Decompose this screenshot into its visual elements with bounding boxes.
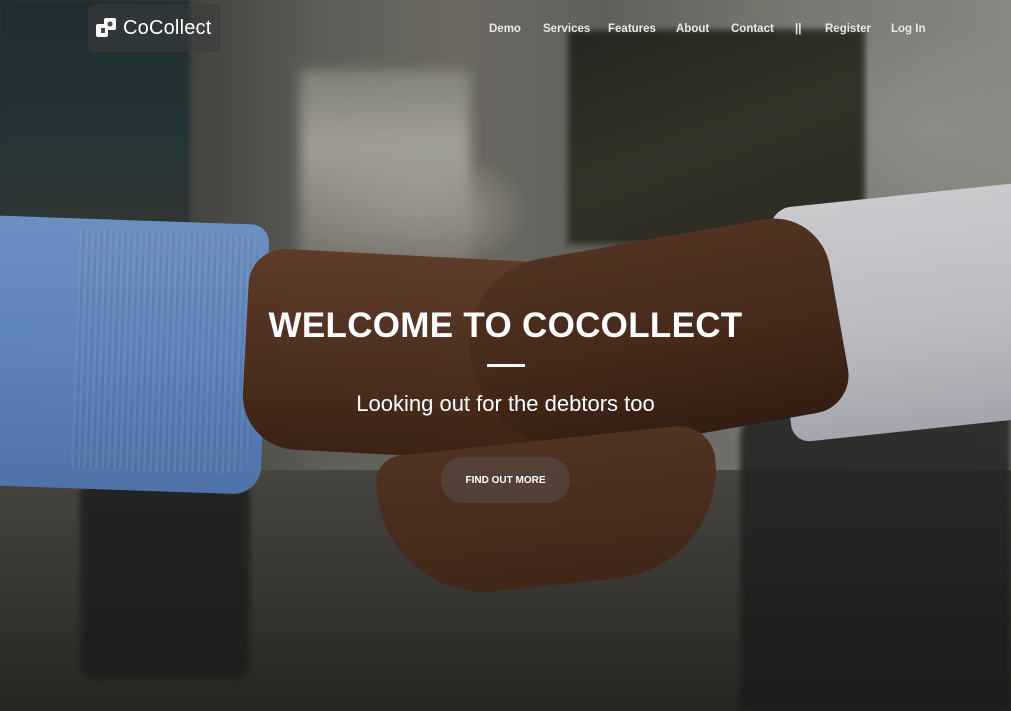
nav-link-contact[interactable]: Contact — [731, 23, 774, 35]
nav-link-features[interactable]: Features — [608, 23, 656, 35]
hero-section: CoCollect Demo Services Features About C… — [0, 0, 1011, 711]
image-overlay — [0, 0, 1011, 711]
title-divider — [487, 364, 525, 367]
brand-name: CoCollect — [123, 16, 212, 39]
nav-separator: || — [795, 23, 802, 35]
nav-link-register[interactable]: Register — [825, 23, 871, 35]
nav-link-services[interactable]: Services — [543, 23, 590, 35]
nav-link-demo[interactable]: Demo — [489, 23, 521, 35]
nav-link-about[interactable]: About — [676, 23, 709, 35]
hero-title: WELCOME TO COCOLLECT — [268, 306, 743, 345]
find-out-more-button[interactable]: FIND OUT MORE — [441, 457, 570, 503]
cocollect-logo-icon — [94, 16, 118, 40]
brand-logo-link[interactable]: CoCollect — [88, 4, 221, 52]
nav-link-login[interactable]: Log In — [891, 23, 926, 35]
hero-subtitle: Looking out for the debtors too — [356, 391, 655, 416]
